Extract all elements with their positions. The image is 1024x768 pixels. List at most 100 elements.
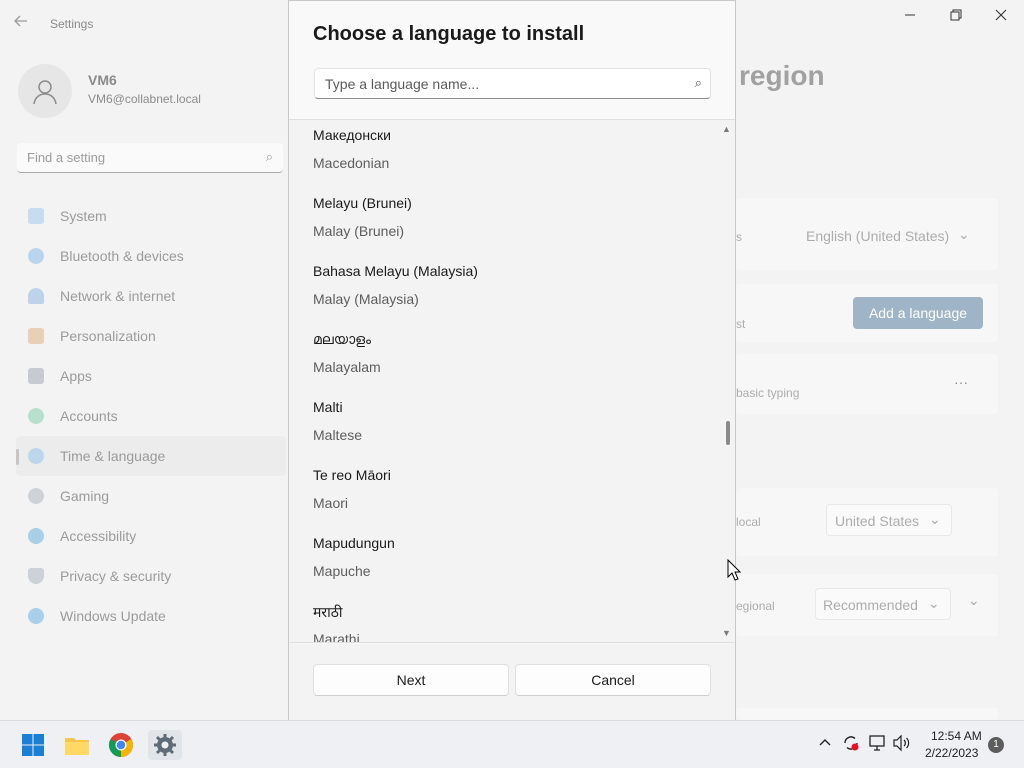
- user-name: VM6: [88, 72, 117, 88]
- taskbar: 12:54 AM 2/22/2023 1: [0, 720, 1024, 768]
- dialog-title: Choose a language to install: [313, 23, 585, 45]
- back-arrow-icon[interactable]: [14, 14, 32, 32]
- sidebar-item-apps[interactable]: Apps: [16, 356, 286, 396]
- minimize-icon[interactable]: [887, 6, 933, 28]
- language-native-name: Te reo Māori: [313, 467, 391, 483]
- list-item[interactable]: Melayu (Brunei) Malay (Brunei): [313, 188, 713, 256]
- accessibility-icon: [28, 528, 44, 544]
- language-english-name: Malay (Malaysia): [313, 291, 419, 307]
- list-item[interactable]: Malti Maltese: [313, 392, 713, 460]
- country-dropdown[interactable]: United States ⌄: [826, 504, 952, 536]
- brush-icon: [28, 328, 44, 344]
- regional-format-dropdown[interactable]: Recommended ⌄: [815, 588, 951, 620]
- network-icon[interactable]: [868, 734, 888, 755]
- display-language-dropdown[interactable]: English (United States): [806, 228, 949, 244]
- sidebar-item-bluetooth[interactable]: Bluetooth & devices: [16, 236, 286, 276]
- country-value: United States: [835, 513, 920, 529]
- sidebar-item-label: Gaming: [60, 488, 110, 504]
- chrome-icon[interactable]: [106, 730, 136, 760]
- regional-format-value: Recommended: [823, 597, 918, 613]
- find-setting-input[interactable]: Find a setting ⌕: [17, 143, 283, 173]
- settings-gear-icon[interactable]: [148, 730, 182, 760]
- page-title: region: [739, 60, 825, 91]
- scroll-down-arrow-icon[interactable]: ▼: [722, 628, 731, 638]
- language-english-name: Maltese: [313, 427, 363, 443]
- user-profile: VM6 VM6@collabnet.local: [18, 64, 278, 118]
- language-list[interactable]: Македонски Macedonian Melayu (Brunei) Ma…: [289, 119, 735, 643]
- sidebar-item-network[interactable]: Network & internet: [16, 276, 286, 316]
- chevron-up-icon[interactable]: [818, 735, 832, 751]
- chevron-down-icon: ⌄: [929, 511, 941, 527]
- close-icon[interactable]: [978, 6, 1024, 28]
- sidebar-item-windows-update[interactable]: Windows Update: [16, 596, 286, 636]
- list-item[interactable]: मराठी Marathi: [313, 596, 713, 642]
- language-native-name: Malti: [313, 399, 343, 415]
- sidebar-item-accounts[interactable]: Accounts: [16, 396, 286, 436]
- sidebar-item-privacy[interactable]: Privacy & security: [16, 556, 286, 596]
- sidebar-item-label: Accessibility: [60, 528, 137, 544]
- list-item[interactable]: Mapudungun Mapuche: [313, 528, 713, 596]
- sidebar-item-personalization[interactable]: Personalization: [16, 316, 286, 356]
- language-english-name: Mapuche: [313, 563, 371, 579]
- sidebar-item-label: Apps: [60, 368, 92, 384]
- clock-date[interactable]: 2/22/2023: [925, 746, 978, 760]
- sidebar-item-time-language[interactable]: Time & language: [16, 436, 286, 476]
- scrollbar-thumb[interactable]: [726, 421, 730, 445]
- sidebar-item-label: Bluetooth & devices: [60, 248, 184, 264]
- sidebar-item-gaming[interactable]: Gaming: [16, 476, 286, 516]
- person-icon: [33, 80, 57, 105]
- gamepad-icon: [28, 488, 44, 504]
- find-setting-placeholder: Find a setting: [27, 150, 106, 165]
- restore-icon[interactable]: [933, 6, 979, 28]
- chevron-down-icon: ⌄: [958, 226, 970, 242]
- start-windows-icon[interactable]: [18, 730, 48, 760]
- next-button[interactable]: Next: [313, 664, 509, 696]
- sidebar-nav: System Bluetooth & devices Network & int…: [16, 196, 286, 636]
- more-options-icon[interactable]: ···: [954, 374, 968, 390]
- language-native-name: മലയാളം: [313, 331, 372, 347]
- clock-time[interactable]: 12:54 AM: [931, 729, 982, 743]
- notification-badge[interactable]: 1: [988, 737, 1004, 753]
- apps-icon: [28, 368, 44, 384]
- file-explorer-icon[interactable]: [62, 730, 92, 760]
- sidebar-item-label: System: [60, 208, 107, 224]
- list-item[interactable]: Bahasa Melayu (Malaysia) Malay (Malaysia…: [313, 256, 713, 324]
- sidebar-item-label: Accounts: [60, 408, 118, 424]
- country-label: local: [736, 515, 761, 529]
- preferred-languages-label: st: [736, 317, 746, 331]
- sidebar-item-accessibility[interactable]: Accessibility: [16, 516, 286, 556]
- sync-alert-icon[interactable]: [842, 734, 860, 755]
- expand-chevron-icon[interactable]: ⌄: [968, 592, 980, 609]
- search-icon: ⌕: [265, 149, 273, 164]
- language-search-box: ⌕: [314, 68, 711, 99]
- person-icon: [28, 408, 44, 424]
- sidebar-item-label: Personalization: [60, 328, 156, 344]
- sidebar-item-system[interactable]: System: [16, 196, 286, 236]
- list-item[interactable]: Te reo Māori Maori: [313, 460, 713, 528]
- update-icon: [28, 608, 44, 624]
- language-english-name: Macedonian: [313, 155, 390, 171]
- add-language-button[interactable]: Add a language: [853, 297, 983, 329]
- display-language-label: s: [736, 230, 742, 244]
- sidebar-item-label: Time & language: [60, 448, 166, 464]
- sidebar-item-label: Network & internet: [60, 288, 176, 304]
- choose-language-dialog: Choose a language to install ⌕ Македонск…: [288, 0, 736, 720]
- cancel-button[interactable]: Cancel: [515, 664, 711, 696]
- scroll-up-arrow-icon[interactable]: ▲: [722, 124, 731, 134]
- language-english-name: Maori: [313, 495, 349, 511]
- bluetooth-icon: [28, 248, 44, 264]
- language-search-input[interactable]: [315, 69, 675, 98]
- language-native-name: Melayu (Brunei): [313, 195, 412, 211]
- volume-icon[interactable]: [892, 734, 912, 755]
- dialog-footer: Next Cancel: [289, 644, 735, 720]
- shield-icon: [28, 568, 44, 584]
- list-item[interactable]: മലയാളം Malayalam: [313, 324, 713, 392]
- sidebar-item-label: Privacy & security: [60, 568, 172, 584]
- language-native-name: Mapudungun: [313, 535, 395, 551]
- app-title: Settings: [50, 17, 94, 31]
- language-english-name: Malay (Brunei): [313, 223, 405, 239]
- language-english-name: Malayalam: [313, 359, 381, 375]
- user-email: VM6@collabnet.local: [88, 92, 201, 106]
- avatar: [18, 64, 72, 118]
- list-item[interactable]: Македонски Macedonian: [313, 120, 713, 188]
